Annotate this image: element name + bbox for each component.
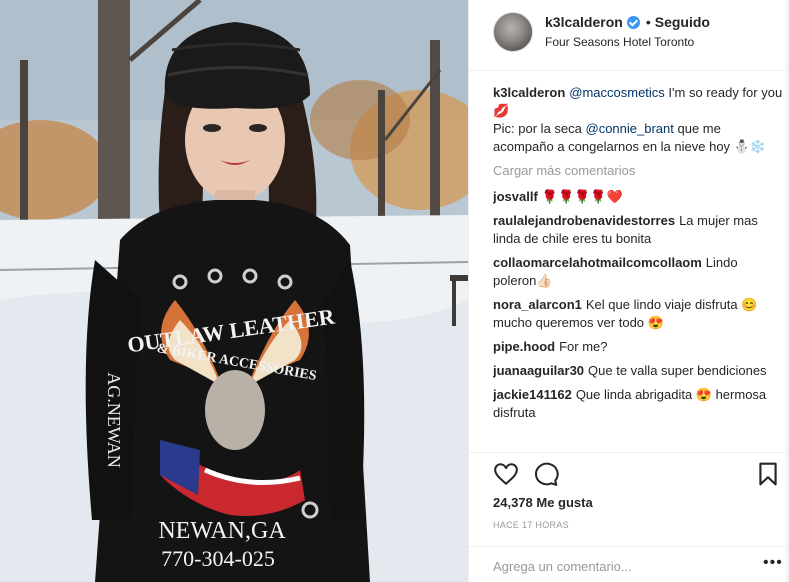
comment-username[interactable]: josvallf — [493, 189, 538, 204]
shirt-text-3: NEWAN,GA — [158, 518, 286, 544]
post-detail-panel: k3lcalderon • Seguido Four Seasons Hotel… — [468, 0, 789, 582]
comment-username[interactable]: raulalejandrobenavidestorres — [493, 213, 675, 228]
post-actions: 24,378 Me gusta HACE 17 HORAS ••• — [469, 452, 789, 582]
list-item: collaomarcelahotmailcomcollaom Lindo pole… — [493, 254, 783, 290]
list-item: jackie141162 Que linda abrigadita 😍 hermo… — [493, 386, 783, 422]
location-link[interactable]: Four Seasons Hotel Toronto — [545, 35, 694, 49]
header-username[interactable]: k3lcalderon — [545, 14, 623, 30]
caption-username[interactable]: k3lcalderon — [493, 85, 565, 100]
list-item: raulalejandrobenavidestorres La mujer mas… — [493, 212, 783, 248]
add-comment-section: ••• — [469, 546, 789, 582]
list-item: juanaaguilar30 Que te valla super bendici… — [493, 362, 783, 380]
comment-username[interactable]: pipe.hood — [493, 339, 555, 354]
comment-username[interactable]: nora_alarcon1 — [493, 297, 582, 312]
bookmark-icon[interactable] — [755, 461, 781, 487]
comment-input[interactable] — [493, 556, 753, 576]
list-item: nora_alarcon1 Kel que lindo viaje disfrut… — [493, 296, 783, 332]
comment-username[interactable]: jackie141162 — [493, 387, 572, 402]
comments-list[interactable]: k3lcalderon @maccosmetics I'm so ready fo… — [493, 84, 783, 452]
caption-mention-1[interactable]: @maccosmetics — [569, 85, 665, 100]
load-more-comments-button[interactable]: Cargar más comentarios — [493, 162, 783, 180]
caption-mention-2[interactable]: @connie_brant — [586, 121, 674, 136]
post-timestamp[interactable]: HACE 17 HORAS — [493, 520, 569, 530]
likes-count[interactable]: 24,378 Me gusta — [493, 495, 593, 510]
comment-icon[interactable] — [533, 461, 559, 487]
following-button[interactable]: Seguido — [655, 14, 710, 30]
list-item: josvallf 🌹🌹🌹🌹❤️ — [493, 188, 783, 206]
comment-text: Que te valla super bendiciones — [588, 363, 767, 378]
photo-illustration: OUTLAW LEATHER & BIKER ACCESSORIES NEWAN… — [0, 0, 468, 582]
comment-username[interactable]: juanaaguilar30 — [493, 363, 584, 378]
caption-text-2: Pic: por la seca — [493, 121, 586, 136]
shirt-text-4: 770-304-025 — [161, 546, 275, 571]
comment-text: For me? — [559, 339, 608, 354]
verified-badge-icon — [626, 15, 640, 29]
comment-username[interactable]: collaomarcelahotmailcomcollaom — [493, 255, 702, 270]
heart-icon[interactable] — [493, 461, 519, 487]
comment-text: 🌹🌹🌹🌹❤️ — [541, 189, 623, 204]
header-user-row: k3lcalderon • Seguido — [545, 14, 710, 30]
header-separator: • — [645, 14, 651, 30]
caption: k3lcalderon @maccosmetics I'm so ready fo… — [493, 84, 783, 156]
list-item: pipe.hood For me? — [493, 338, 783, 356]
post-photo[interactable]: OUTLAW LEATHER & BIKER ACCESSORIES NEWAN… — [0, 0, 468, 582]
sleeve-text: AG.NEWAN — [104, 372, 124, 467]
avatar[interactable] — [493, 12, 533, 52]
post-header: k3lcalderon • Seguido Four Seasons Hotel… — [469, 0, 789, 71]
more-options-button[interactable]: ••• — [763, 555, 783, 571]
